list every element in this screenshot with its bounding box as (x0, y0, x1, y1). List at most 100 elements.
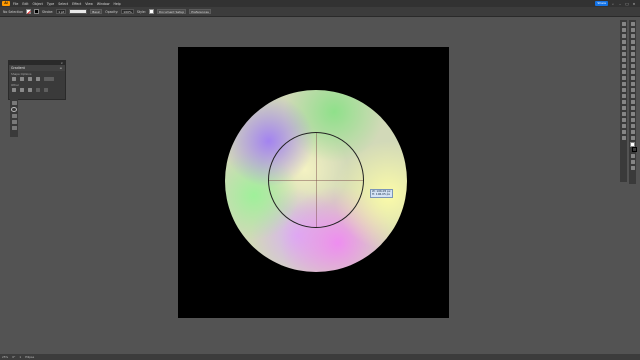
tool-icon-a2[interactable] (621, 28, 626, 32)
curvature-tool-icon[interactable] (630, 46, 635, 50)
eyedropper-icon[interactable] (630, 124, 635, 128)
other-option-icon-1[interactable] (12, 88, 16, 92)
menu-file[interactable]: File (13, 2, 18, 6)
zoom-tool-icon[interactable] (630, 136, 635, 140)
width-tool-icon[interactable] (630, 100, 635, 104)
center-guide-vertical (316, 133, 317, 227)
artboard-number[interactable]: 1 (19, 355, 21, 359)
selection-tool-icon[interactable] (630, 22, 635, 26)
type-tool-icon[interactable] (630, 52, 635, 56)
flare-tool-icon[interactable] (11, 126, 17, 130)
other-option-icon-4[interactable] (36, 88, 40, 92)
stroke-weight-field[interactable]: 1 pt (56, 9, 67, 14)
menu-object[interactable]: Object (33, 2, 43, 6)
shape-option-icon-1[interactable] (12, 77, 16, 81)
tool-icon-a13[interactable] (621, 94, 626, 98)
shape-option-icon-4[interactable] (36, 77, 40, 81)
tooltip-height: H: 106.05 px (372, 192, 391, 197)
other-option-icon-5[interactable] (44, 88, 48, 92)
variable-width-field[interactable] (69, 9, 88, 14)
preferences-button[interactable]: Preferences (189, 9, 211, 14)
menu-view[interactable]: View (85, 2, 93, 6)
close-icon[interactable]: × (60, 61, 63, 65)
rectangle-tool-icon[interactable] (11, 101, 17, 105)
floating-panel[interactable]: × Gradient ≡ Shape Options Other (8, 60, 66, 100)
menu-bar: Ai File Edit Object Type Select Effect V… (0, 0, 640, 7)
stroke-label: Stroke: (42, 9, 54, 14)
tool-icon-a16[interactable] (621, 112, 626, 116)
opacity-label[interactable]: Opacity: (105, 10, 118, 14)
stroke-color-icon[interactable] (631, 146, 637, 152)
direct-selection-tool-icon[interactable] (630, 28, 635, 32)
menu-edit[interactable]: Edit (22, 2, 28, 6)
tool-icon-a15[interactable] (621, 106, 626, 110)
polygon-tool-icon[interactable] (11, 114, 17, 118)
shape-builder-icon[interactable] (630, 112, 635, 116)
scale-icon[interactable] (630, 94, 635, 98)
panel-tab[interactable]: Gradient ≡ (9, 65, 65, 71)
tool-icon-a12[interactable] (621, 88, 626, 92)
dimension-tooltip: W: 106.05 px H: 106.05 px (370, 189, 393, 198)
document-setup-button[interactable]: Document Setup (156, 9, 187, 14)
tool-icon-a20[interactable] (621, 136, 626, 140)
pen-tool-icon[interactable] (630, 40, 635, 44)
opacity-field[interactable]: 100% (121, 9, 134, 14)
paintbrush-icon[interactable] (630, 70, 635, 74)
rotation-value[interactable]: 0° (12, 355, 15, 359)
rotate-icon[interactable] (630, 88, 635, 92)
tool-icon-a7[interactable] (621, 58, 626, 62)
tool-icon-a4[interactable] (621, 40, 626, 44)
tool-icon-a18[interactable] (621, 124, 626, 128)
tool-icon-a19[interactable] (621, 130, 626, 134)
tool-icon-a6[interactable] (621, 52, 626, 56)
hand-tool-icon[interactable] (630, 130, 635, 134)
minimize-button[interactable]: – (618, 2, 622, 6)
artboard[interactable] (178, 47, 449, 318)
tool-icon-a5[interactable] (621, 46, 626, 50)
tool-icon-a1[interactable] (621, 22, 626, 26)
drawing-mode-icon[interactable] (630, 154, 635, 158)
pencil-icon[interactable] (630, 76, 635, 80)
search-icon[interactable]: ⌕ (611, 2, 615, 6)
magic-wand-icon[interactable] (630, 34, 635, 38)
other-option-icon-2[interactable] (20, 88, 24, 92)
tool-icon-a3[interactable] (621, 34, 626, 38)
tool-icon-a10[interactable] (621, 76, 626, 80)
shape-option-icon-3[interactable] (28, 77, 32, 81)
style-swatch[interactable] (148, 9, 154, 14)
selected-ellipse-outline[interactable] (268, 132, 364, 228)
menu-select[interactable]: Select (58, 2, 68, 6)
fill-color-icon[interactable] (630, 142, 635, 147)
free-transform-icon[interactable] (630, 106, 635, 110)
menu-window[interactable]: Window (97, 2, 110, 6)
other-option-icon-3[interactable] (28, 88, 32, 92)
line-tool-icon[interactable] (630, 58, 635, 62)
tool-icon-a17[interactable] (621, 118, 626, 122)
star-tool-icon[interactable] (11, 120, 17, 124)
panel-menu-icon[interactable]: ≡ (59, 65, 62, 71)
menu-effect[interactable]: Effect (72, 2, 81, 6)
eraser-icon[interactable] (630, 82, 635, 86)
tool-icon-a11[interactable] (621, 82, 626, 86)
tool-icon-a8[interactable] (621, 64, 626, 68)
stroke-swatch[interactable] (34, 9, 40, 14)
menu-help[interactable]: Help (113, 2, 120, 6)
shape-option-icon-2[interactable] (20, 77, 24, 81)
maximize-button[interactable]: □ (625, 2, 629, 6)
brush-definition-dropdown[interactable]: Basic (90, 9, 103, 14)
gradient-tool-icon[interactable] (630, 118, 635, 122)
edit-toolbar-icon[interactable] (630, 166, 635, 170)
gradient-circle[interactable] (225, 90, 407, 272)
fill-swatch[interactable] (26, 9, 32, 14)
tool-icon-a9[interactable] (621, 70, 626, 74)
shape-option-field[interactable] (44, 77, 54, 81)
shape-tool-icon[interactable] (630, 64, 635, 68)
zoom-level[interactable]: 25% (2, 355, 8, 359)
screen-mode-icon[interactable] (630, 160, 635, 164)
tool-icon-a14[interactable] (621, 100, 626, 104)
ellipse-icon[interactable] (11, 107, 17, 112)
close-button[interactable]: × (632, 2, 636, 6)
share-button[interactable]: Share (595, 1, 608, 6)
menu-type[interactable]: Type (47, 2, 54, 6)
left-tool-strip (10, 99, 18, 137)
